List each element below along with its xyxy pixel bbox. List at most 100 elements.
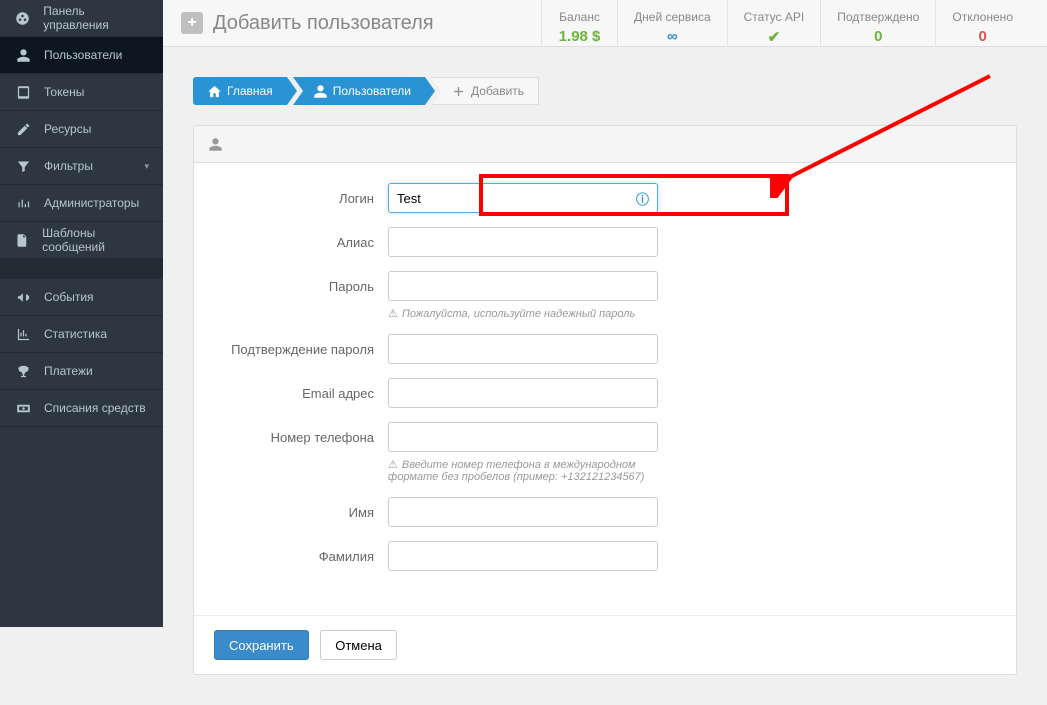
stat-Подтверждено: Подтверждено 0 [820,0,935,46]
stat-label: Статус API [744,10,805,24]
page-title: Добавить пользователя [213,12,434,35]
label-passconf: Подтверждение пароля [214,342,374,357]
filter-icon [16,159,31,174]
label-phone: Номер телефона [214,430,374,445]
stat-Дней сервиса: Дней сервиса ∞ [617,0,727,46]
row-email: Email адрес [214,378,996,408]
cancel-button[interactable]: Отмена [320,630,397,660]
stat-value: ∞ [634,28,711,45]
stat-Баланс: Баланс 1.98 $ [541,0,617,46]
plus-icon [451,84,466,99]
sidebar-item-label: Списания средств [44,401,146,415]
lname-input[interactable] [388,541,658,571]
sidebar-item-label: Пользователи [44,48,122,62]
home-icon [207,84,222,99]
password-hint: ⚠Пожалуйста, используйте надежный пароль [388,307,668,320]
phone-hint: ⚠Введите номер телефона в международном … [388,458,668,483]
sidebar-item-label: Статистика [44,327,107,341]
email-input[interactable] [388,378,658,408]
plus-icon: + [181,12,203,34]
chart-icon [16,327,31,342]
sidebar-item-filter[interactable]: Фильтры ▾ [0,148,163,185]
sidebar-item-file[interactable]: Шаблоны сообщений [0,222,163,259]
trophy-icon [16,364,31,379]
stat-label: Дней сервиса [634,10,711,24]
panel-body: Логин ⓘ Алиас Пароль ⚠Пожалуйста, исполь… [194,163,1016,615]
stat-value: 0 [952,28,1013,45]
sidebar-item-money[interactable]: Списания средств [0,390,163,427]
page-title-wrap: + Добавить пользователя [181,12,434,35]
row-login: Логин ⓘ [214,183,996,213]
edit-icon [16,122,31,137]
file-icon [15,233,30,248]
warning-icon: ⚠ [388,459,398,471]
horn-icon [16,290,31,305]
sidebar-item-label: Ресурсы [44,122,91,136]
stat-value: ✔ [744,28,805,46]
sidebar-item-horn[interactable]: События [0,279,163,316]
sidebar-item-label: Панель управления [43,4,149,32]
label-login: Логин [214,191,374,206]
sidebar-item-user[interactable]: Пользователи [0,37,163,74]
sidebar-item-bars[interactable]: Администраторы [0,185,163,222]
sidebar-item-trophy[interactable]: Платежи [0,353,163,390]
stat-label: Подтверждено [837,10,919,24]
menu-separator [0,259,163,279]
label-email: Email адрес [214,386,374,401]
row-passconf: Подтверждение пароля [214,334,996,364]
user-icon [208,137,223,152]
row-phone: Номер телефона [214,422,996,452]
sidebar-item-chart[interactable]: Статистика [0,316,163,353]
stat-value: 1.98 $ [558,28,601,45]
sidebar-item-edit[interactable]: Ресурсы [0,111,163,148]
password-input[interactable] [388,271,658,301]
sidebar: Панель управления Пользователи Токены Ресур… [0,0,163,627]
sidebar-item-label: Фильтры [44,159,93,173]
crumb-user[interactable]: Пользователи [293,77,425,105]
stat-label: Отклонено [952,10,1013,24]
sidebar-item-dashboard[interactable]: Панель управления [0,0,163,37]
crumb-plus[interactable]: Добавить [431,77,539,105]
form-actions: Сохранить Отмена [194,615,1016,674]
user-icon [313,84,328,99]
topbar: + Добавить пользователя Баланс 1.98 $ Дней… [163,0,1047,47]
fname-input[interactable] [388,497,658,527]
tablet-icon [16,85,31,100]
passconf-input[interactable] [388,334,658,364]
stat-Отклонено: Отклонено 0 [935,0,1029,46]
label-password: Пароль [214,279,374,294]
sidebar-item-label: События [44,290,94,304]
login-input[interactable] [388,183,658,213]
crumb-home[interactable]: Главная [193,77,287,105]
crumb-label: Пользователи [333,84,411,98]
label-alias: Алиас [214,235,374,250]
phone-input[interactable] [388,422,658,452]
save-button[interactable]: Сохранить [214,630,309,660]
sidebar-item-label: Платежи [44,364,93,378]
alias-input[interactable] [388,227,658,257]
crumb-label: Главная [227,84,273,98]
stat-value: 0 [837,28,919,45]
form-panel: Логин ⓘ Алиас Пароль ⚠Пожалуйста, исполь… [193,125,1017,675]
content: Главная Пользователи Добавить Логин ⓘ Алиа… [163,47,1047,705]
bars-icon [16,196,31,211]
chevron-down-icon: ▾ [144,161,149,172]
panel-header [194,126,1016,163]
stat-label: Баланс [558,10,601,24]
sidebar-item-label: Шаблоны сообщений [42,226,149,254]
sidebar-item-label: Токены [44,85,84,99]
row-password: Пароль [214,271,996,301]
warning-icon: ⚠ [388,308,398,320]
money-icon [16,401,31,416]
stat-Статус API: Статус API ✔ [727,0,821,46]
dashboard-icon [15,11,30,26]
main-area: + Добавить пользователя Баланс 1.98 $ Дней… [163,0,1047,627]
row-lname: Фамилия [214,541,996,571]
label-fname: Имя [214,505,374,520]
sidebar-item-tablet[interactable]: Токены [0,74,163,111]
breadcrumb: Главная Пользователи Добавить [193,77,1017,105]
user-icon [16,48,31,63]
crumb-label: Добавить [471,84,524,98]
row-fname: Имя [214,497,996,527]
label-lname: Фамилия [214,549,374,564]
